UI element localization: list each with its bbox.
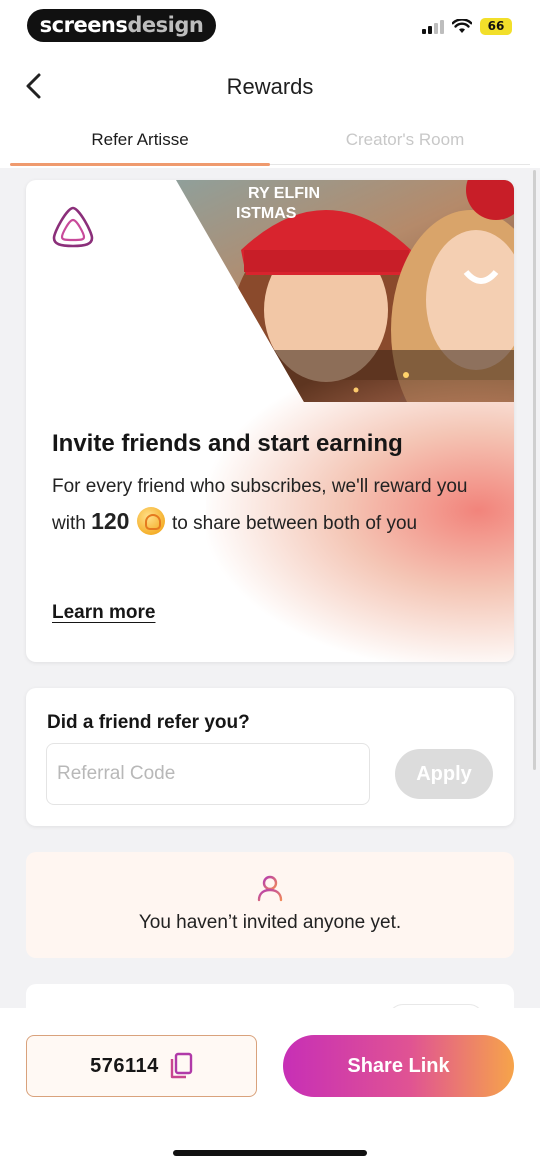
tab-creators-room[interactable]: Creator's Room	[275, 130, 535, 150]
wifi-icon	[452, 19, 472, 33]
battery-icon: 66	[480, 18, 512, 35]
referral-code-card: Did a friend refer you? Apply	[26, 688, 514, 826]
content-area[interactable]: RY ELFIN ISTMAS Invite friends and start…	[0, 168, 540, 1008]
no-invites-text: You haven’t invited anyone yet.	[138, 912, 402, 933]
tab-divider	[270, 164, 530, 165]
bottom-action-bar: 576114 Share Link	[0, 1008, 540, 1168]
my-referral-code: 576114	[90, 1054, 159, 1077]
active-tab-indicator	[10, 163, 270, 166]
apply-button[interactable]: Apply	[395, 749, 493, 799]
artisse-logo-icon	[52, 206, 94, 248]
page-title: Rewards	[226, 74, 314, 99]
invites-empty-state: You haven’t invited anyone yet.	[26, 852, 514, 958]
status-bar: screensdesign 66	[0, 0, 540, 50]
hat-text-line2: ISTMAS	[236, 205, 297, 222]
learn-more-link[interactable]: Learn more	[52, 602, 155, 624]
referral-code-input[interactable]	[46, 743, 370, 805]
home-indicator[interactable]	[173, 1150, 367, 1156]
hero-text-after: to share between both of you	[166, 513, 418, 534]
status-icons: 66	[422, 18, 512, 35]
reward-amount: 120	[91, 508, 130, 534]
hat-text-line1: RY ELFIN	[248, 185, 320, 202]
tab-refer-artisse[interactable]: Refer Artisse	[10, 130, 270, 150]
invite-hero-card: RY ELFIN ISTMAS Invite friends and start…	[26, 180, 514, 662]
person-icon	[257, 875, 283, 902]
referral-code-copy[interactable]: 576114	[26, 1035, 257, 1097]
friends-photo: RY ELFIN ISTMAS	[176, 180, 514, 402]
referral-question: Did a friend refer you?	[47, 712, 250, 733]
brand-part1: screens	[39, 13, 128, 37]
coin-icon	[136, 506, 165, 535]
header: Rewards Refer Artisse Creator's Room	[0, 50, 540, 168]
signal-icon	[422, 19, 444, 34]
brand-watermark: screensdesign	[27, 9, 216, 42]
hero-description: For every friend who subscribes, we'll r…	[52, 470, 492, 541]
next-card-partial	[26, 984, 514, 1008]
share-link-button[interactable]: Share Link	[283, 1035, 514, 1097]
scrollbar[interactable]	[533, 170, 536, 770]
brand-part2: design	[127, 13, 204, 37]
hero-title: Invite friends and start earning	[52, 430, 403, 457]
copy-icon[interactable]	[169, 1052, 193, 1080]
